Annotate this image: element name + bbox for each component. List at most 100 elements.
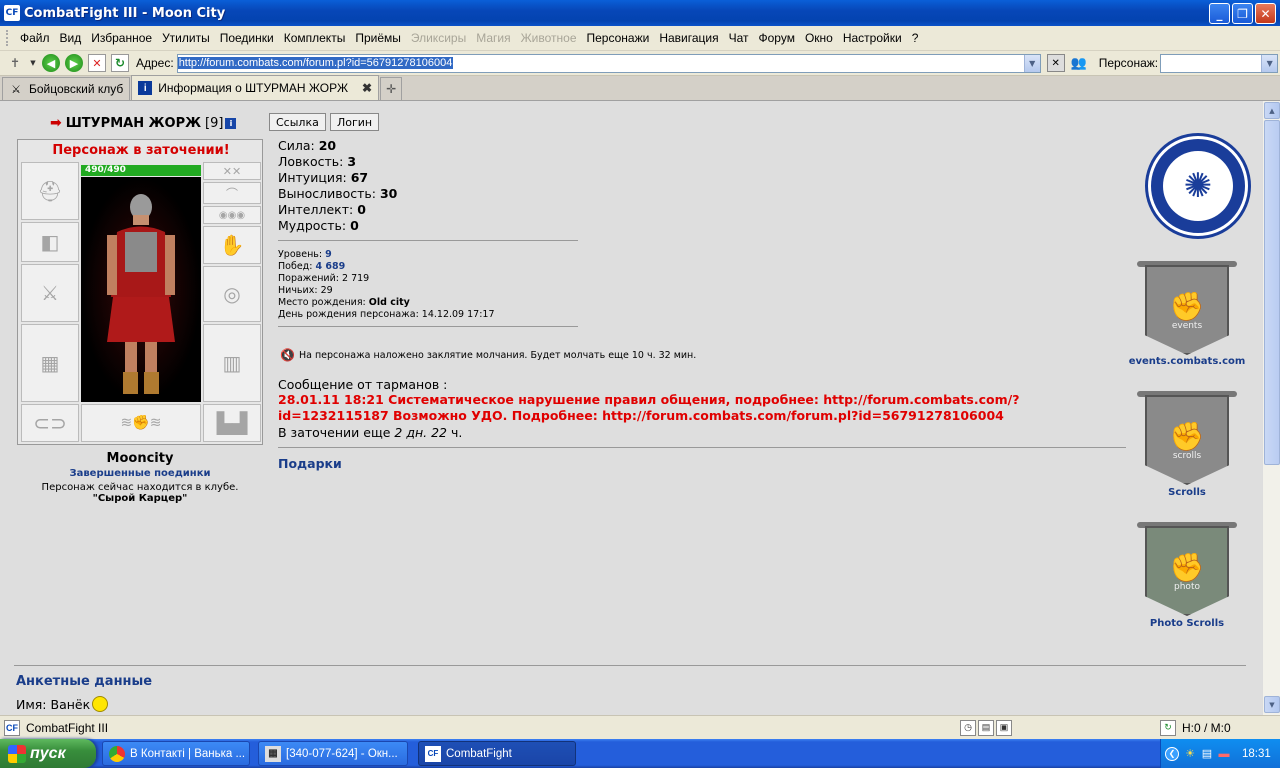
forward-icon[interactable]: ▶ bbox=[65, 54, 83, 72]
stats-list: Сила: 20 Ловкость: 3 Интуиция: 67 Выносл… bbox=[278, 138, 397, 234]
scroll-up-icon[interactable]: ▲ bbox=[1264, 102, 1280, 119]
level-row: Уровень: 9 bbox=[278, 249, 332, 260]
silence-text: На персонажа наложено заклятие молчания.… bbox=[298, 349, 697, 361]
menu-item-characters[interactable]: Персонажи bbox=[582, 31, 655, 45]
belt-slot[interactable]: ⊂⊃ bbox=[21, 404, 79, 442]
hm-status: Н:0 / М:0 bbox=[1182, 720, 1231, 735]
gifts-heading[interactable]: Подарки bbox=[278, 456, 342, 471]
link-button[interactable]: Ссылка bbox=[269, 113, 326, 131]
character-info: Уровень: 9 Побед: 4 689 Поражений: 2 719… bbox=[278, 249, 495, 321]
menu-item-favorites[interactable]: Избранное bbox=[86, 31, 157, 45]
menu-item-techniques[interactable]: Приёмы bbox=[350, 31, 406, 45]
photo-scrolls-link[interactable]: Photo Scrolls bbox=[1122, 618, 1252, 629]
menu-item-sets[interactable]: Комплекты bbox=[279, 31, 351, 45]
pin-icon[interactable]: ✝ bbox=[6, 54, 24, 72]
system-tray: ❮ ☀ ▤ ▬ 18:31 bbox=[1160, 739, 1280, 768]
amulet-slot[interactable]: ⌒ bbox=[203, 182, 261, 204]
fist-icon: ✊ bbox=[1169, 419, 1205, 453]
refresh-icon[interactable]: ↻ bbox=[111, 54, 129, 72]
finished-fights-link[interactable]: Завершенные поединки bbox=[17, 468, 263, 479]
person-select[interactable]: ▼ bbox=[1160, 53, 1279, 73]
login-button[interactable]: Логин bbox=[330, 113, 380, 131]
silence-notice: 🔇 На персонажа наложено заклятие молчани… bbox=[280, 348, 696, 362]
clear-icon[interactable]: ✕ bbox=[1046, 54, 1065, 72]
wins-row: Побед: 4 689 bbox=[278, 261, 346, 272]
gloves-slot[interactable]: ✋ bbox=[203, 226, 261, 264]
vertical-scrollbar[interactable]: ▲ ▼ bbox=[1262, 101, 1280, 715]
address-dropdown-icon[interactable]: ▼ bbox=[1023, 54, 1040, 72]
location-text: Персонаж сейчас находится в клубе. bbox=[41, 482, 239, 493]
stat-row: Ловкость: 3 bbox=[278, 154, 357, 169]
clan-emblem: ≋✊≋ bbox=[81, 404, 201, 442]
menu-bar: Файл Вид Избранное Утилиты Поединки Комп… bbox=[0, 26, 1280, 51]
weapon-slot[interactable]: ⚔ bbox=[21, 264, 79, 322]
tab-character-info[interactable]: i Информация о ШТУРМАН ЖОРЖ ✖ bbox=[131, 75, 380, 100]
menu-item-chat[interactable]: Чат bbox=[724, 31, 754, 45]
minimize-button[interactable]: _ bbox=[1209, 3, 1230, 24]
boots-slot[interactable]: ▙▟ bbox=[203, 404, 261, 442]
tray-expand-icon[interactable]: ❮ bbox=[1165, 746, 1179, 761]
network-icon[interactable]: ▤ bbox=[1200, 747, 1214, 761]
taskbar-item-window[interactable]: ▦ [340-077-624] - Окн... bbox=[258, 741, 408, 766]
users-icon[interactable]: 👥 bbox=[1070, 54, 1088, 72]
helmet-slot[interactable]: ⛑ bbox=[21, 162, 79, 220]
address-input[interactable]: http://forum.combats.com/forum.pl?id=567… bbox=[176, 53, 1041, 73]
refresh-status-icon[interactable]: ↻ bbox=[1160, 719, 1176, 736]
dropdown-arrow-icon[interactable]: ▼ bbox=[29, 54, 37, 72]
maximize-button[interactable]: ❐ bbox=[1232, 3, 1253, 24]
menu-item-forum[interactable]: Форум bbox=[754, 31, 800, 45]
window-icon: ▦ bbox=[265, 745, 281, 762]
scrolls-link[interactable]: Scrolls bbox=[1122, 487, 1252, 498]
menu-item-settings[interactable]: Настройки bbox=[838, 31, 907, 45]
menu-item-elixirs: Эликсиры bbox=[410, 31, 467, 45]
events-banner[interactable]: ✊ events bbox=[1137, 261, 1237, 361]
character-city: Mooncity bbox=[106, 451, 174, 466]
photo-scrolls-banner[interactable]: ✊ photo bbox=[1137, 522, 1237, 622]
bracers-slot[interactable]: ◧ bbox=[21, 222, 79, 262]
earrings-slot[interactable]: ◉◉◉ bbox=[203, 206, 261, 224]
profile-title: Анкетные данные bbox=[16, 674, 153, 689]
address-value[interactable]: http://forum.combats.com/forum.pl?id=567… bbox=[177, 57, 454, 69]
tab-close-icon[interactable]: ✖ bbox=[362, 81, 372, 95]
scrolls-banner[interactable]: ✊ scrolls bbox=[1137, 391, 1237, 491]
new-tab-icon[interactable]: ✛ bbox=[380, 77, 403, 100]
leggings-slot[interactable]: ▥ bbox=[203, 324, 261, 402]
menu-item-fights[interactable]: Поединки bbox=[215, 31, 279, 45]
clock-icon[interactable]: ◷ bbox=[960, 719, 976, 736]
stop-icon[interactable]: ✕ bbox=[88, 54, 106, 72]
menu-item-help[interactable]: ? bbox=[907, 31, 924, 45]
menu-item-file[interactable]: Файл bbox=[15, 31, 55, 45]
close-button[interactable]: ✕ bbox=[1255, 3, 1276, 24]
taskbar-item-vkontakte[interactable]: В Контакті | Ванька ... bbox=[102, 741, 250, 766]
tab-fight-club[interactable]: ⚔ Бойцовский клуб bbox=[2, 77, 131, 100]
app-status-icon: CF bbox=[4, 719, 20, 736]
arrow-icon[interactable]: ➡ bbox=[50, 115, 62, 131]
menu-item-animal: Животное bbox=[520, 31, 577, 45]
scroll-thumb[interactable] bbox=[1264, 120, 1280, 465]
taskbar-item-combatfight[interactable]: CF CombatFight bbox=[418, 741, 576, 766]
character-info-icon[interactable]: i bbox=[225, 117, 237, 129]
fist-icon: ✊ bbox=[1169, 550, 1205, 584]
divider bbox=[278, 447, 1126, 448]
birthday-row: День рождения персонажа: 14.12.09 17:17 bbox=[278, 309, 495, 320]
sun-icon[interactable]: ☀ bbox=[1183, 747, 1197, 761]
crab-logo-icon[interactable]: ✺ bbox=[1148, 136, 1248, 236]
divider bbox=[278, 326, 578, 327]
back-icon[interactable]: ◀ bbox=[42, 54, 60, 72]
menu-item-window[interactable]: Окно bbox=[800, 31, 838, 45]
start-button[interactable]: пуск bbox=[0, 739, 96, 768]
flag-icon[interactable]: ▬ bbox=[1217, 747, 1231, 761]
title-bar: CF CombatFight III - Moon City _ ❐ ✕ bbox=[0, 0, 1280, 26]
save-icon[interactable]: ▣ bbox=[996, 719, 1012, 736]
events-link[interactable]: events.combats.com bbox=[1122, 356, 1252, 367]
menu-item-navigation[interactable]: Навигация bbox=[654, 31, 723, 45]
shield-slot[interactable]: ◎ bbox=[203, 266, 261, 322]
ring-slot-1[interactable]: ✕✕ bbox=[203, 162, 261, 180]
scroll-down-icon[interactable]: ▼ bbox=[1264, 696, 1280, 713]
menu-item-utilities[interactable]: Утилиты bbox=[157, 31, 215, 45]
name-label: Имя: bbox=[16, 696, 47, 712]
menu-item-view[interactable]: Вид bbox=[55, 31, 87, 45]
armor-slot[interactable]: ▦ bbox=[21, 324, 79, 402]
person-dropdown-icon[interactable]: ▼ bbox=[1261, 54, 1278, 72]
document-icon[interactable]: ▤ bbox=[978, 719, 994, 736]
